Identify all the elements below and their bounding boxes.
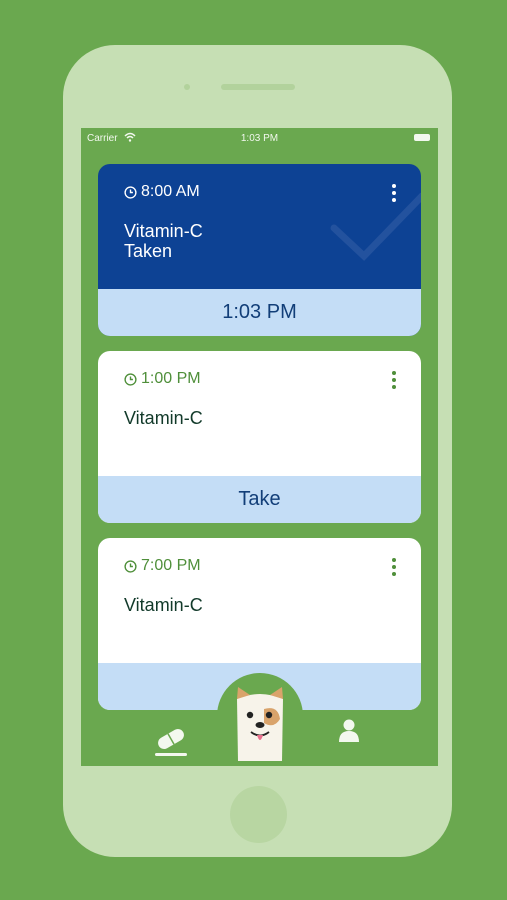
medication-name: Vitamin-C: [124, 408, 203, 428]
status-bar: Carrier 1:03 PM: [81, 128, 438, 148]
clock-icon: [124, 559, 137, 573]
more-menu-icon[interactable]: [391, 558, 397, 576]
dose-time: 1:00 PM: [124, 370, 201, 388]
battery-icon: [414, 134, 430, 141]
dog-mascot-icon[interactable]: [234, 685, 286, 761]
dose-card-taken[interactable]: 8:00 AM Vitamin-C Taken 1:03 PM: [98, 164, 421, 336]
phone-speaker: [221, 84, 295, 90]
take-button[interactable]: Take: [98, 476, 421, 523]
dose-card[interactable]: 1:00 PM Vitamin-C Take: [98, 351, 421, 523]
app-screen: Carrier 1:03 PM 8:00 AM Vitamin-C Taken: [81, 128, 438, 766]
home-button[interactable]: [230, 786, 287, 843]
clock-icon: [124, 372, 137, 386]
dose-time-label: 1:00 PM: [141, 370, 201, 387]
more-menu-icon[interactable]: [391, 184, 397, 202]
active-tab-indicator: [155, 753, 187, 756]
medication-name: Vitamin-C Taken: [124, 221, 203, 261]
medication-name: Vitamin-C: [124, 595, 203, 615]
dose-time-label: 8:00 AM: [141, 183, 200, 200]
dose-time: 8:00 AM: [124, 183, 200, 201]
checkmark-icon: [330, 192, 421, 261]
status-time: 1:03 PM: [240, 133, 279, 144]
user-icon[interactable]: [338, 718, 360, 742]
taken-time-label: 1:03 PM: [98, 289, 421, 336]
clock-icon: [124, 185, 137, 199]
dose-time: 7:00 PM: [124, 557, 201, 575]
dose-time-label: 7:00 PM: [141, 557, 201, 574]
phone-camera: [184, 84, 190, 90]
pill-icon[interactable]: [154, 728, 188, 750]
more-menu-icon[interactable]: [391, 371, 397, 389]
